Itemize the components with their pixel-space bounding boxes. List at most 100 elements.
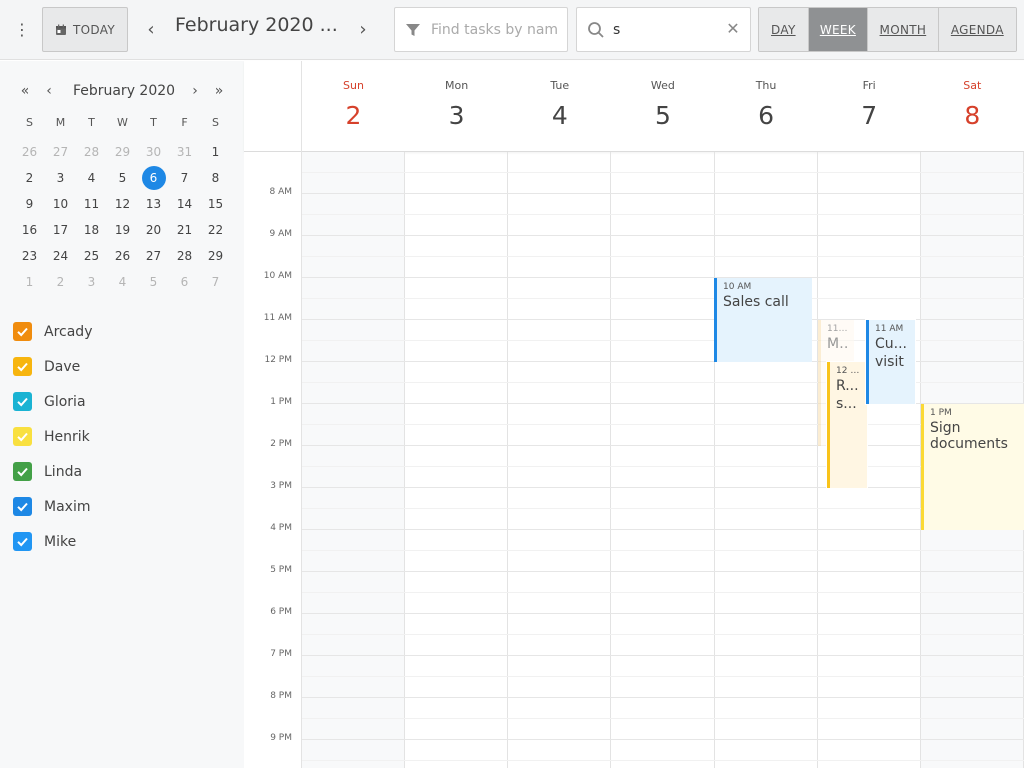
week-view-button[interactable]: WEEK bbox=[808, 8, 869, 51]
mini-day[interactable]: 30 bbox=[138, 139, 169, 165]
day-header-sat[interactable]: Sat 8 bbox=[921, 61, 1024, 152]
mini-day[interactable]: 26 bbox=[107, 243, 138, 269]
mini-day[interactable]: 18 bbox=[76, 217, 107, 243]
mini-day[interactable]: 26 bbox=[14, 139, 45, 165]
mini-day[interactable]: 15 bbox=[200, 191, 231, 217]
hour-line bbox=[302, 445, 1024, 446]
event-customer-visit[interactable]: 11 AM Cu... visit bbox=[866, 320, 915, 404]
person-name: Gloria bbox=[44, 393, 86, 410]
checkbox-checked-icon[interactable] bbox=[13, 462, 32, 481]
weekday-label: F bbox=[181, 116, 188, 129]
mini-day[interactable]: 22 bbox=[200, 217, 231, 243]
day-header-tue[interactable]: Tue 4 bbox=[508, 61, 611, 152]
event-sign-documents[interactable]: 1 PM Sign documents bbox=[921, 404, 1024, 530]
more-options-icon[interactable]: ⋮ bbox=[10, 18, 34, 42]
mini-day[interactable]: 28 bbox=[169, 243, 200, 269]
half-hour-line bbox=[302, 214, 1024, 215]
search-field[interactable]: ✕ bbox=[576, 7, 751, 52]
mini-day[interactable]: 12 bbox=[107, 191, 138, 217]
time-label: 8 AM bbox=[269, 187, 292, 197]
person-filter-henrik[interactable]: Henrik bbox=[13, 419, 92, 454]
mini-day[interactable]: 4 bbox=[107, 269, 138, 295]
day-header-sun[interactable]: Sun 2 bbox=[302, 61, 405, 152]
mini-day[interactable]: 3 bbox=[45, 165, 76, 191]
week-header: Sun 2 Mon 3 Tue 4 Wed 5 Thu 6 Fri 7 Sat 8 bbox=[244, 61, 1024, 152]
time-label: 10 AM bbox=[263, 271, 292, 281]
half-hour-line bbox=[302, 256, 1024, 257]
mini-day[interactable]: 19 bbox=[107, 217, 138, 243]
mini-day[interactable]: 24 bbox=[45, 243, 76, 269]
mini-day[interactable]: 27 bbox=[138, 243, 169, 269]
mini-day[interactable]: 13 bbox=[138, 191, 169, 217]
day-header-fri[interactable]: Fri 7 bbox=[818, 61, 921, 152]
clear-search-icon[interactable]: ✕ bbox=[724, 20, 742, 38]
day-header-thu[interactable]: Thu 6 bbox=[715, 61, 818, 152]
next-year-icon[interactable]: » bbox=[209, 81, 229, 101]
mini-day[interactable]: 31 bbox=[169, 139, 200, 165]
mini-day[interactable]: 7 bbox=[200, 269, 231, 295]
event-review[interactable]: 12 PM R... s... bbox=[827, 362, 867, 488]
view-switcher: DAY WEEK MONTH AGENDA bbox=[758, 7, 1017, 52]
mini-day[interactable]: 2 bbox=[45, 269, 76, 295]
mini-day[interactable]: 17 bbox=[45, 217, 76, 243]
mini-day[interactable]: 28 bbox=[76, 139, 107, 165]
checkbox-checked-icon[interactable] bbox=[13, 322, 32, 341]
mini-day[interactable]: 4 bbox=[76, 165, 107, 191]
day-header-mon[interactable]: Mon 3 bbox=[405, 61, 508, 152]
mini-day[interactable]: 2 bbox=[14, 165, 45, 191]
search-icon bbox=[588, 21, 604, 38]
mini-day[interactable]: 14 bbox=[169, 191, 200, 217]
mini-day-selected[interactable]: 6 bbox=[138, 165, 169, 191]
day-name: Wed bbox=[650, 79, 675, 92]
mini-day[interactable]: 8 bbox=[200, 165, 231, 191]
checkbox-checked-icon[interactable] bbox=[13, 532, 32, 551]
mini-day[interactable]: 6 bbox=[169, 269, 200, 295]
mini-day[interactable]: 29 bbox=[200, 243, 231, 269]
mini-day[interactable]: 23 bbox=[14, 243, 45, 269]
day-view-button[interactable]: DAY bbox=[759, 8, 809, 51]
mini-day[interactable]: 1 bbox=[200, 139, 231, 165]
mini-calendar-grid: S M T W T F S 26 27 28 29 30 31 1 2 3 4 5 6 7 8 9 10 11 12 13 14 15… bbox=[14, 113, 231, 295]
mini-day[interactable]: 1 bbox=[14, 269, 45, 295]
agenda-view-button[interactable]: AGENDA bbox=[938, 8, 1016, 51]
day-date: 8 bbox=[964, 101, 981, 130]
next-period-icon[interactable]: › bbox=[351, 16, 375, 42]
mini-day[interactable]: 9 bbox=[14, 191, 45, 217]
weekday-label: W bbox=[117, 116, 128, 129]
mini-day[interactable]: 10 bbox=[45, 191, 76, 217]
next-month-icon[interactable]: › bbox=[185, 81, 205, 101]
task-filter-input[interactable] bbox=[431, 21, 559, 38]
mini-day[interactable]: 11 bbox=[76, 191, 107, 217]
mini-day[interactable]: 5 bbox=[138, 269, 169, 295]
checkbox-checked-icon[interactable] bbox=[13, 392, 32, 411]
person-filter-gloria[interactable]: Gloria bbox=[13, 384, 92, 419]
previous-period-icon[interactable]: ‹ bbox=[139, 16, 163, 42]
mini-day[interactable]: 7 bbox=[169, 165, 200, 191]
checkbox-checked-icon[interactable] bbox=[13, 357, 32, 376]
previous-year-icon[interactable]: « bbox=[15, 81, 35, 101]
mini-day[interactable]: 21 bbox=[169, 217, 200, 243]
search-input[interactable] bbox=[613, 21, 723, 38]
hour-line bbox=[302, 487, 1024, 488]
mini-day[interactable]: 3 bbox=[76, 269, 107, 295]
person-filter-linda[interactable]: Linda bbox=[13, 454, 92, 489]
person-filter-arcady[interactable]: Arcady bbox=[13, 314, 92, 349]
previous-month-icon[interactable]: ‹ bbox=[39, 81, 59, 101]
event-sales-call[interactable]: 10 AM Sales call bbox=[714, 278, 812, 362]
mini-day[interactable]: 5 bbox=[107, 165, 138, 191]
day-header-wed[interactable]: Wed 5 bbox=[611, 61, 714, 152]
mini-day[interactable]: 16 bbox=[14, 217, 45, 243]
person-filter-mike[interactable]: Mike bbox=[13, 524, 92, 559]
month-view-button[interactable]: MONTH bbox=[868, 8, 939, 51]
checkbox-checked-icon[interactable] bbox=[13, 497, 32, 516]
person-filter-maxim[interactable]: Maxim bbox=[13, 489, 92, 524]
today-button[interactable]: TODAY bbox=[42, 7, 128, 52]
person-filter-dave[interactable]: Dave bbox=[13, 349, 92, 384]
checkbox-checked-icon[interactable] bbox=[13, 427, 32, 446]
mini-day[interactable]: 25 bbox=[76, 243, 107, 269]
task-filter-field[interactable] bbox=[394, 7, 568, 52]
period-title: February 2020 ... bbox=[175, 14, 338, 36]
mini-day[interactable]: 29 bbox=[107, 139, 138, 165]
mini-day[interactable]: 27 bbox=[45, 139, 76, 165]
mini-day[interactable]: 20 bbox=[138, 217, 169, 243]
